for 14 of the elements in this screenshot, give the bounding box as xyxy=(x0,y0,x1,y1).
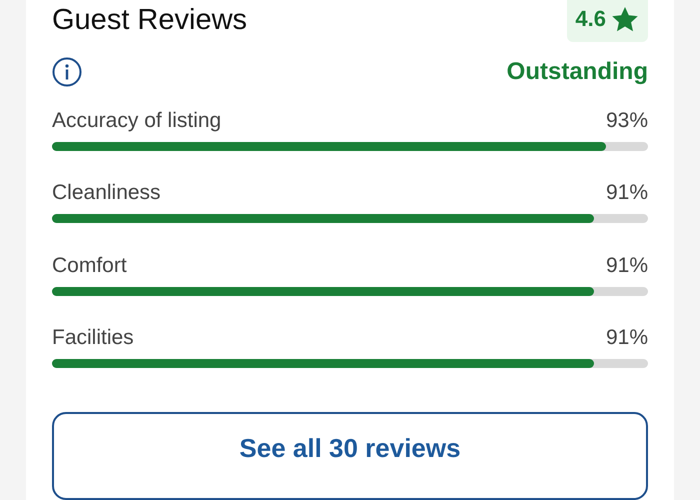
section-title: Guest Reviews xyxy=(52,3,248,38)
see-all-reviews-button[interactable]: See all 30 reviews xyxy=(52,412,648,500)
category-percent: 91% xyxy=(606,254,648,279)
rating-verdict: Outstanding xyxy=(506,58,648,86)
category-percent: 93% xyxy=(606,108,648,134)
category-label: Facilities xyxy=(52,326,134,352)
category-percent: 91% xyxy=(606,181,648,206)
category-percent: 91% xyxy=(606,326,648,352)
info-icon[interactable] xyxy=(52,57,82,88)
category-label: Accuracy of listing xyxy=(52,108,222,134)
rating-badge: 4.6 xyxy=(567,0,648,42)
category-label: Comfort xyxy=(52,254,127,279)
star-icon xyxy=(612,6,638,32)
category-label: Cleanliness xyxy=(52,181,161,206)
